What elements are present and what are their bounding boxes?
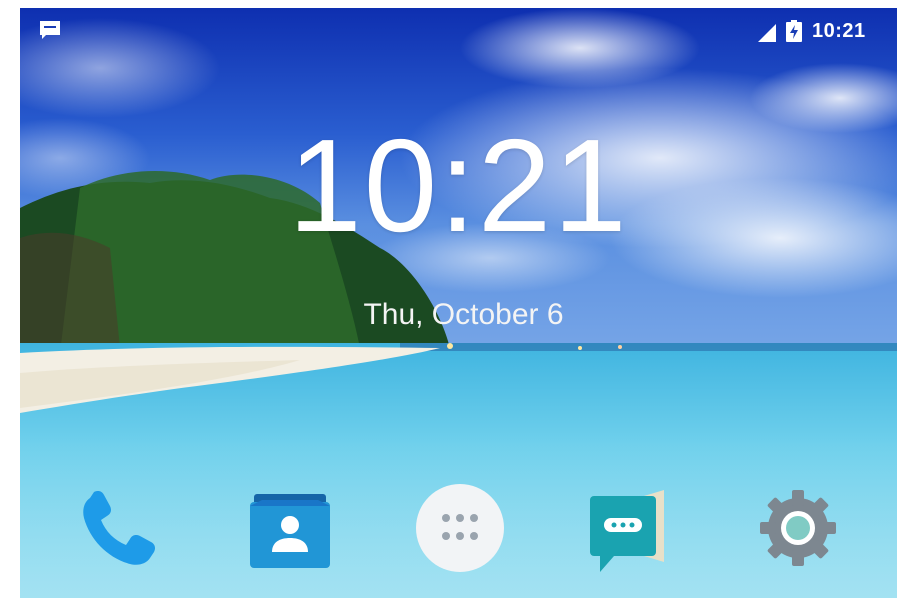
battery-charging-icon xyxy=(786,20,802,42)
dock-app-drawer[interactable]: All apps xyxy=(412,480,508,576)
lock-screen-clock: 10:21 xyxy=(288,112,629,259)
dock-app-label: Contacts xyxy=(242,576,243,577)
dock-app-contacts[interactable]: Contacts xyxy=(242,480,338,576)
messaging-icon xyxy=(590,490,664,572)
dock-app-label: All apps xyxy=(412,576,413,577)
dock-app-phone[interactable]: Phone xyxy=(70,480,166,576)
app-drawer-icon xyxy=(416,484,504,572)
dock-app-label: Phone xyxy=(70,576,71,577)
dock-app-label: Messaging xyxy=(582,576,583,577)
phone-icon xyxy=(83,491,155,565)
lock-screen-date: Thu, October 6 xyxy=(363,298,564,331)
status-bar-time: 10:21 xyxy=(812,20,866,42)
lock-screen: 10:21 10:21 Thu, October 6 Phone Contact… xyxy=(20,8,897,598)
cell-signal-icon xyxy=(758,24,776,42)
app-dock: Phone Contacts All apps xyxy=(20,468,897,578)
contacts-icon xyxy=(250,494,330,568)
settings-gear-icon xyxy=(760,490,836,566)
message-notification-icon[interactable] xyxy=(38,18,62,42)
dock-app-messaging[interactable]: Messaging xyxy=(582,480,678,576)
dock-app-settings[interactable]: Settings xyxy=(750,480,846,576)
status-bar: 10:21 xyxy=(20,8,897,56)
dock-app-label: Settings xyxy=(750,576,751,577)
